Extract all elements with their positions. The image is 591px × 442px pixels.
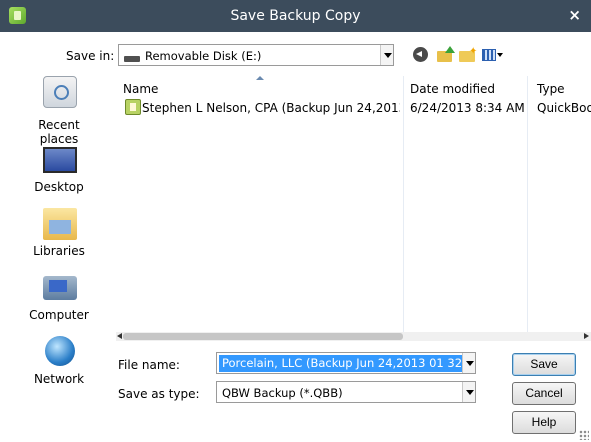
save-in-value: Removable Disk (E:) <box>145 49 262 63</box>
dialog-body: Save in: Removable Disk (E:) ✦ Recent pl… <box>0 32 591 442</box>
help-button[interactable]: Help <box>512 411 576 434</box>
views-menu-icon[interactable] <box>482 46 504 63</box>
scrollbar-thumb[interactable] <box>123 333 403 340</box>
up-folder-icon[interactable] <box>437 46 455 63</box>
libraries-icon <box>43 208 77 240</box>
desktop-icon <box>43 147 77 173</box>
recent-places-icon <box>43 76 77 108</box>
title-bar: Save Backup Copy × <box>0 0 591 32</box>
place-label: Network <box>33 372 85 386</box>
file-row[interactable]: Stephen L Nelson, CPA (Backup Jun 24,201… <box>116 98 591 117</box>
save-as-type-label: Save as type: <box>118 387 200 401</box>
new-folder-icon[interactable]: ✦ <box>459 46 477 63</box>
back-icon[interactable] <box>413 47 428 62</box>
file-list[interactable]: Name Date modified Type Stephen L Nelson… <box>116 76 591 338</box>
column-header-type[interactable]: Type <box>537 82 565 96</box>
place-label: Recent places <box>38 118 80 146</box>
horizontal-scrollbar[interactable] <box>116 332 591 341</box>
save-as-type-dropdown[interactable]: QBW Backup (*.QBB) <box>216 381 476 403</box>
place-label: Libraries <box>33 244 85 258</box>
sort-ascending-icon <box>256 76 264 80</box>
cancel-button[interactable]: Cancel <box>512 382 576 405</box>
quickbooks-file-icon <box>125 99 141 115</box>
removable-disk-icon <box>124 56 140 62</box>
file-name-cell: Stephen L Nelson, CPA (Backup Jun 24,201… <box>142 101 400 115</box>
file-name-label: File name: <box>118 358 180 372</box>
close-icon[interactable]: × <box>568 6 581 24</box>
place-label: Desktop <box>34 180 84 194</box>
save-in-dropdown[interactable]: Removable Disk (E:) <box>118 44 394 66</box>
resize-grip-icon[interactable] <box>579 430 589 440</box>
column-header-date-modified[interactable]: Date modified <box>410 82 495 96</box>
file-name-input[interactable]: Porcelain, LLC (Backup Jun 24,2013 01 32… <box>216 352 476 374</box>
save-as-type-value: QBW Backup (*.QBB) <box>222 386 343 400</box>
scroll-left-icon[interactable] <box>117 333 122 339</box>
file-name-value: Porcelain, LLC (Backup Jun 24,2013 01 32… <box>219 355 462 372</box>
place-label: Computer <box>29 308 89 322</box>
window-title: Save Backup Copy <box>230 8 361 24</box>
chevron-down-icon[interactable] <box>462 382 475 402</box>
column-header-name[interactable]: Name <box>123 82 158 96</box>
file-type-cell: QuickBoo <box>537 101 591 115</box>
computer-icon <box>43 276 77 300</box>
chevron-down-icon[interactable] <box>380 45 393 65</box>
save-in-label: Save in: <box>66 49 115 63</box>
save-button[interactable]: Save <box>512 353 576 376</box>
chevron-down-icon[interactable] <box>462 353 475 373</box>
scroll-right-icon[interactable] <box>584 333 589 339</box>
network-icon <box>45 336 75 366</box>
file-date-cell: 6/24/2013 8:34 AM <box>410 101 525 115</box>
